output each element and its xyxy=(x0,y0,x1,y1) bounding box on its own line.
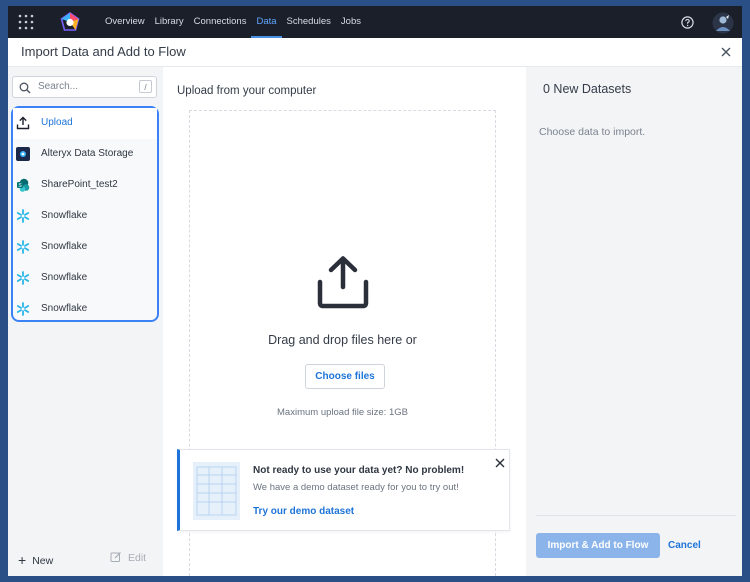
upload-icon xyxy=(16,116,30,130)
search-icon xyxy=(19,82,31,94)
nav-library[interactable]: Library xyxy=(150,6,189,38)
demo-card-subtitle: We have a demo dataset ready for you to … xyxy=(253,482,459,493)
source-item-sharepoint[interactable]: S SharePoint_test2 xyxy=(13,170,157,201)
search-input[interactable]: Search... / xyxy=(12,76,157,98)
new-datasets-title: 0 New Datasets xyxy=(543,82,632,96)
help-icon[interactable] xyxy=(681,16,694,29)
snowflake-icon xyxy=(16,271,30,285)
plus-icon: + xyxy=(18,552,27,568)
import-add-to-flow-button[interactable]: Import & Add to Flow xyxy=(536,533,660,558)
upload-large-icon xyxy=(317,256,369,309)
top-nav-bar: Overview Library Connections Data Schedu… xyxy=(8,6,742,38)
source-item-label: Snowflake xyxy=(41,303,88,314)
source-item-snowflake[interactable]: Snowflake xyxy=(13,263,157,294)
upload-section-title: Upload from your computer xyxy=(177,85,317,97)
alteryx-storage-icon xyxy=(16,147,30,161)
source-item-label: Snowflake xyxy=(41,241,88,252)
source-item-label: SharePoint_test2 xyxy=(41,179,118,190)
snowflake-icon xyxy=(16,240,30,254)
source-item-snowflake[interactable]: Snowflake xyxy=(13,232,157,263)
close-demo-card-icon[interactable] xyxy=(495,458,505,468)
source-item-label: Snowflake xyxy=(41,210,88,221)
demo-dataset-thumbnail xyxy=(193,462,240,520)
source-item-snowflake[interactable]: Snowflake xyxy=(13,201,157,232)
search-placeholder: Search... xyxy=(38,81,79,92)
source-item-label: Alteryx Data Storage xyxy=(41,148,134,159)
sidebar-actions: + New Edit xyxy=(8,547,163,571)
nav-data[interactable]: Data xyxy=(251,6,282,38)
source-list: Upload Alteryx Data Storage S SharePoint… xyxy=(11,106,159,322)
empty-state-text: Choose data to import. xyxy=(539,126,646,138)
cancel-button[interactable]: Cancel xyxy=(668,533,701,558)
search-shortcut-badge: / xyxy=(139,80,152,93)
edit-label: Edit xyxy=(128,552,147,564)
main-nav: Overview Library Connections Data Schedu… xyxy=(100,6,366,38)
drag-drop-text: Drag and drop files here or xyxy=(268,333,417,347)
max-upload-size: Maximum upload file size: 1GB xyxy=(277,407,408,418)
snowflake-icon xyxy=(16,209,30,223)
demo-dataset-card: Not ready to use your data yet? No probl… xyxy=(177,449,510,531)
app-grid-icon[interactable] xyxy=(18,14,34,30)
user-avatar[interactable] xyxy=(712,12,734,34)
nav-jobs[interactable]: Jobs xyxy=(336,6,366,38)
source-item-alteryx-data-storage[interactable]: Alteryx Data Storage xyxy=(13,139,157,170)
demo-card-title: Not ready to use your data yet? No probl… xyxy=(253,465,465,476)
source-item-label: Upload xyxy=(41,117,73,128)
alteryx-logo-icon[interactable] xyxy=(60,12,80,32)
new-label: New xyxy=(32,555,54,567)
source-item-snowflake[interactable]: Snowflake xyxy=(13,294,157,325)
close-dialog-icon[interactable] xyxy=(719,45,733,59)
nav-schedules[interactable]: Schedules xyxy=(282,6,336,38)
edit-icon xyxy=(110,552,121,562)
footer-divider xyxy=(536,515,736,516)
new-datasets-panel: 0 New Datasets Choose data to import. Im… xyxy=(526,67,742,576)
dialog-title: Import Data and Add to Flow xyxy=(21,44,186,59)
source-item-upload[interactable]: Upload xyxy=(13,108,157,139)
nav-connections[interactable]: Connections xyxy=(189,6,252,38)
choose-files-button[interactable]: Choose files xyxy=(305,364,385,389)
snowflake-icon xyxy=(16,302,30,316)
new-connection-button[interactable]: + New xyxy=(18,551,54,568)
source-item-label: Snowflake xyxy=(41,272,88,283)
nav-overview[interactable]: Overview xyxy=(100,6,150,38)
try-demo-dataset-link[interactable]: Try our demo dataset xyxy=(253,506,354,517)
edit-button[interactable]: Edit xyxy=(110,551,146,564)
import-dialog-window: Overview Library Connections Data Schedu… xyxy=(8,6,742,576)
sharepoint-icon: S xyxy=(17,178,30,192)
source-sidebar: Search... / Upload Alteryx Data Storage xyxy=(8,67,163,576)
